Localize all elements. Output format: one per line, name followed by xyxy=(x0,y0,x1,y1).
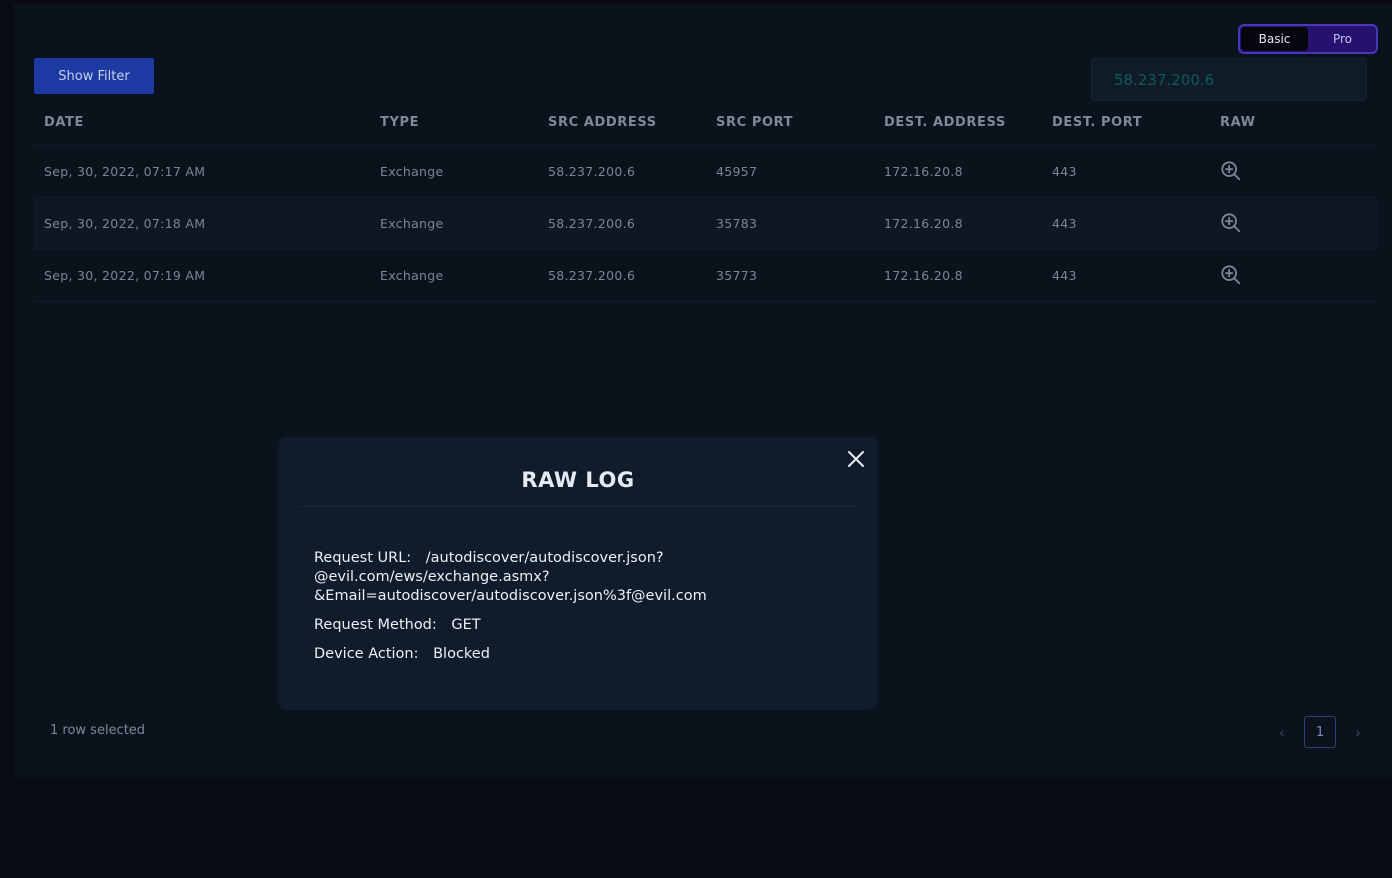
device-action-row: Device Action: Blocked xyxy=(314,645,854,664)
request-method-label: Request Method: xyxy=(314,617,437,633)
cell-dest-address: 172.16.20.8 xyxy=(874,249,1042,302)
chevron-left-icon[interactable]: ‹ xyxy=(1272,723,1292,742)
table-header-row: DATE TYPE SRC ADDRESS SRC PORT DEST. ADD… xyxy=(34,101,1378,146)
show-filter-button[interactable]: Show Filter xyxy=(34,58,154,94)
request-url-value-line: /autodiscover/autodiscover.json? xyxy=(425,550,664,566)
column-header-dest-address[interactable]: DEST. ADDRESS xyxy=(874,101,1042,146)
request-url-value-line: @evil.com/ews/exchange.asmx? xyxy=(314,569,550,585)
column-header-src-port[interactable]: SRC PORT xyxy=(706,101,874,146)
raw-log-modal: RAW LOG Request URL: /autodiscover/autod… xyxy=(278,437,878,710)
cell-src-port: 35773 xyxy=(706,249,874,302)
request-url-value-line: &Email=autodiscover/autodiscover.json%3f… xyxy=(314,588,707,604)
column-header-src-address[interactable]: SRC ADDRESS xyxy=(538,101,706,146)
cell-date: Sep, 30, 2022, 07:18 AM xyxy=(34,197,370,250)
column-header-date[interactable]: DATE xyxy=(34,101,370,146)
mode-basic-option[interactable]: Basic xyxy=(1241,27,1308,51)
chevron-right-icon[interactable]: › xyxy=(1348,723,1368,742)
table-row[interactable]: Sep, 30, 2022, 07:18 AM Exchange 58.237.… xyxy=(34,197,1378,250)
request-method-value: GET xyxy=(451,617,481,633)
cell-type: Exchange xyxy=(370,249,538,302)
column-header-type[interactable]: TYPE xyxy=(370,101,538,146)
cell-raw xyxy=(1210,197,1378,250)
cell-dest-port: 443 xyxy=(1042,249,1210,302)
cell-src-address: 58.237.200.6 xyxy=(538,197,706,250)
cell-date: Sep, 30, 2022, 07:19 AM xyxy=(34,249,370,302)
log-table: DATE TYPE SRC ADDRESS SRC PORT DEST. ADD… xyxy=(34,101,1378,302)
pagination: ‹ 1 › xyxy=(1272,716,1368,748)
mode-toggle[interactable]: Basic Pro xyxy=(1238,24,1378,54)
cell-date: Sep, 30, 2022, 07:17 AM xyxy=(34,145,370,198)
device-action-value: Blocked xyxy=(433,646,490,662)
cell-raw xyxy=(1210,145,1378,198)
cell-src-address: 58.237.200.6 xyxy=(538,249,706,302)
cell-type: Exchange xyxy=(370,145,538,198)
close-icon[interactable] xyxy=(846,449,866,469)
modal-divider xyxy=(300,506,856,507)
request-method-row: Request Method: GET xyxy=(314,616,854,635)
cell-dest-address: 172.16.20.8 xyxy=(874,197,1042,250)
table-row[interactable]: Sep, 30, 2022, 07:19 AM Exchange 58.237.… xyxy=(34,249,1378,302)
zoom-in-icon[interactable] xyxy=(1220,264,1242,286)
request-url-row: Request URL: /autodiscover/autodiscover.… xyxy=(314,549,854,606)
page-button[interactable]: 1 xyxy=(1304,716,1336,748)
column-header-raw[interactable]: RAW xyxy=(1210,101,1378,146)
selection-status: 1 row selected xyxy=(50,723,146,738)
request-url-label: Request URL: xyxy=(314,550,412,566)
modal-title: RAW LOG xyxy=(521,468,635,492)
zoom-in-icon[interactable] xyxy=(1220,160,1242,182)
zoom-in-icon[interactable] xyxy=(1220,212,1242,234)
cell-type: Exchange xyxy=(370,197,538,250)
mode-pro-option[interactable]: Pro xyxy=(1309,26,1376,52)
cell-src-address: 58.237.200.6 xyxy=(538,145,706,198)
cell-raw xyxy=(1210,249,1378,302)
table-row[interactable]: Sep, 30, 2022, 07:17 AM Exchange 58.237.… xyxy=(34,145,1378,198)
cell-dest-port: 443 xyxy=(1042,197,1210,250)
column-header-dest-port[interactable]: DEST. PORT xyxy=(1042,101,1210,146)
cell-dest-port: 443 xyxy=(1042,145,1210,198)
cell-src-port: 45957 xyxy=(706,145,874,198)
modal-body: Request URL: /autodiscover/autodiscover.… xyxy=(314,549,854,674)
cell-src-port: 35783 xyxy=(706,197,874,250)
device-action-label: Device Action: xyxy=(314,646,419,662)
search-input[interactable]: 58.237.200.6 xyxy=(1091,58,1367,101)
cell-dest-address: 172.16.20.8 xyxy=(874,145,1042,198)
